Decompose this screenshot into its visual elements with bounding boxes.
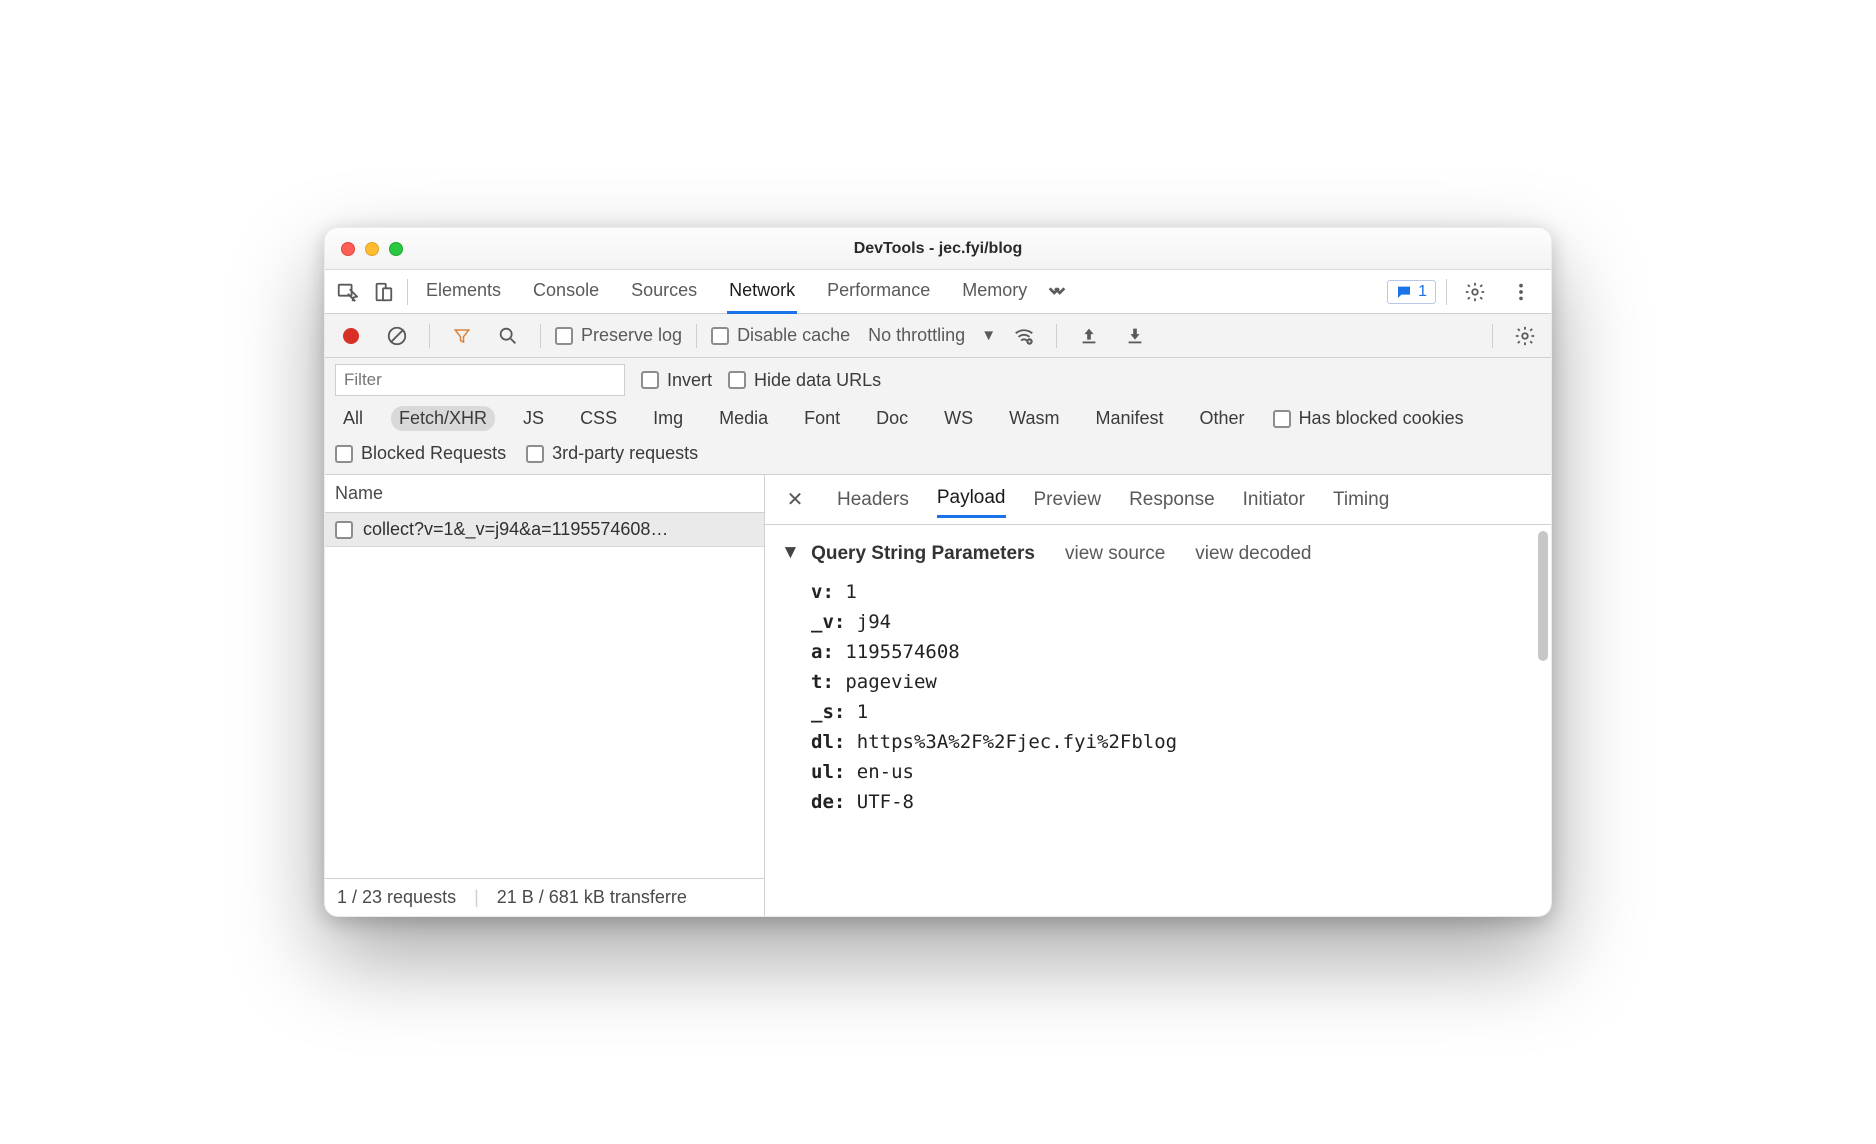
divider xyxy=(696,324,697,348)
divider xyxy=(1492,324,1493,348)
type-doc[interactable]: Doc xyxy=(868,406,916,431)
query-params-list: v: 1_v: j94a: 1195574608t: pageview_s: 1… xyxy=(781,577,1535,817)
more-tabs-chevron-icon[interactable] xyxy=(1039,274,1075,310)
has-blocked-cookies-checkbox[interactable]: Has blocked cookies xyxy=(1273,408,1464,429)
type-js[interactable]: JS xyxy=(515,406,552,431)
query-param-row: a: 1195574608 xyxy=(781,637,1535,667)
query-param-row: v: 1 xyxy=(781,577,1535,607)
detail-tab-payload[interactable]: Payload xyxy=(937,481,1006,518)
query-param-row: dl: https%3A%2F%2Fjec.fyi%2Fblog xyxy=(781,727,1535,757)
detail-tab-headers[interactable]: Headers xyxy=(837,483,909,517)
query-param-row: t: pageview xyxy=(781,667,1535,697)
divider xyxy=(540,324,541,348)
disable-cache-checkbox[interactable]: Disable cache xyxy=(711,325,850,346)
tab-sources[interactable]: Sources xyxy=(629,270,699,314)
device-toolbar-icon[interactable] xyxy=(365,274,401,310)
third-party-checkbox[interactable]: 3rd-party requests xyxy=(526,443,698,464)
request-checkbox[interactable] xyxy=(335,521,353,539)
search-icon[interactable] xyxy=(490,318,526,354)
settings-gear-icon[interactable] xyxy=(1457,274,1493,310)
record-button[interactable] xyxy=(333,318,369,354)
divider xyxy=(1446,279,1447,305)
filter-icon[interactable] xyxy=(444,318,480,354)
tab-memory[interactable]: Memory xyxy=(960,270,1029,314)
query-string-section-title: Query String Parameters xyxy=(811,543,1035,564)
view-source-link[interactable]: view source xyxy=(1065,543,1165,565)
inspect-element-icon[interactable] xyxy=(329,274,365,310)
query-param-row: _s: 1 xyxy=(781,697,1535,727)
detail-panel: ✕ Headers Payload Preview Response Initi… xyxy=(765,475,1551,916)
name-column-header[interactable]: Name xyxy=(325,475,764,513)
request-row[interactable]: collect?v=1&_v=j94&a=1195574608… xyxy=(325,513,764,547)
type-media[interactable]: Media xyxy=(711,406,776,431)
query-param-row: de: UTF-8 xyxy=(781,787,1535,817)
requests-panel: Name collect?v=1&_v=j94&a=1195574608… 1 … xyxy=(325,475,765,916)
detail-tab-preview[interactable]: Preview xyxy=(1034,483,1102,517)
detail-tab-timing[interactable]: Timing xyxy=(1333,483,1389,517)
window-title: DevTools - jec.fyi/blog xyxy=(325,240,1551,258)
filter-bar: Invert Hide data URLs xyxy=(325,358,1551,400)
requests-count: 1 / 23 requests xyxy=(337,887,456,908)
type-img[interactable]: Img xyxy=(645,406,691,431)
status-bar: 1 / 23 requests | 21 B / 681 kB transfer… xyxy=(325,878,764,916)
third-party-label: 3rd-party requests xyxy=(552,443,698,464)
issues-count: 1 xyxy=(1418,283,1427,301)
collapse-icon[interactable]: ▼ xyxy=(781,542,800,564)
hide-data-urls-checkbox[interactable]: Hide data URLs xyxy=(728,370,881,391)
tab-performance[interactable]: Performance xyxy=(825,270,932,314)
type-css[interactable]: CSS xyxy=(572,406,625,431)
tab-network[interactable]: Network xyxy=(727,270,797,314)
detail-tab-response[interactable]: Response xyxy=(1129,483,1215,517)
detail-tab-initiator[interactable]: Initiator xyxy=(1243,483,1305,517)
devtools-window: DevTools - jec.fyi/blog Elements Console… xyxy=(324,227,1552,917)
divider xyxy=(1056,324,1057,348)
request-name: collect?v=1&_v=j94&a=1195574608… xyxy=(363,519,668,540)
download-har-icon[interactable] xyxy=(1117,318,1153,354)
type-all[interactable]: All xyxy=(335,406,371,431)
upload-har-icon[interactable] xyxy=(1071,318,1107,354)
disable-cache-label: Disable cache xyxy=(737,325,850,346)
type-manifest[interactable]: Manifest xyxy=(1088,406,1172,431)
invert-checkbox[interactable]: Invert xyxy=(641,370,712,391)
clear-button[interactable] xyxy=(379,318,415,354)
view-decoded-link[interactable]: view decoded xyxy=(1195,543,1311,565)
resource-type-filter-row2: Blocked Requests 3rd-party requests xyxy=(325,437,1551,475)
throttling-select[interactable]: No throttling xyxy=(868,325,965,346)
tab-console[interactable]: Console xyxy=(531,270,601,314)
detail-tabstrip: ✕ Headers Payload Preview Response Initi… xyxy=(765,475,1551,525)
content-split: Name collect?v=1&_v=j94&a=1195574608… 1 … xyxy=(325,475,1551,916)
titlebar: DevTools - jec.fyi/blog xyxy=(325,228,1551,270)
preserve-log-label: Preserve log xyxy=(581,325,682,346)
scrollbar-thumb[interactable] xyxy=(1538,531,1548,661)
blocked-requests-checkbox[interactable]: Blocked Requests xyxy=(335,443,506,464)
type-font[interactable]: Font xyxy=(796,406,848,431)
filter-input[interactable] xyxy=(335,364,625,396)
payload-body: ▼ Query String Parameters view source vi… xyxy=(765,525,1551,916)
transferred-size: 21 B / 681 kB transferre xyxy=(497,887,687,908)
close-detail-icon[interactable]: ✕ xyxy=(781,487,809,512)
throttling-chevron-icon[interactable]: ▼ xyxy=(981,327,996,344)
type-fetch[interactable]: Fetch/XHR xyxy=(391,406,495,431)
type-other[interactable]: Other xyxy=(1192,406,1253,431)
has-blocked-cookies-label: Has blocked cookies xyxy=(1299,408,1464,429)
type-ws[interactable]: WS xyxy=(936,406,981,431)
issues-badge[interactable]: 1 xyxy=(1387,280,1436,304)
invert-label: Invert xyxy=(667,370,712,391)
divider xyxy=(407,279,408,305)
kebab-menu-icon[interactable] xyxy=(1503,274,1539,310)
query-param-row: _v: j94 xyxy=(781,607,1535,637)
preserve-log-checkbox[interactable]: Preserve log xyxy=(555,325,682,346)
type-wasm[interactable]: Wasm xyxy=(1001,406,1067,431)
network-conditions-icon[interactable] xyxy=(1006,318,1042,354)
tab-elements[interactable]: Elements xyxy=(424,270,503,314)
resource-type-filter: All Fetch/XHR JS CSS Img Media Font Doc … xyxy=(325,400,1551,437)
hide-data-urls-label: Hide data URLs xyxy=(754,370,881,391)
network-settings-gear-icon[interactable] xyxy=(1507,318,1543,354)
blocked-requests-label: Blocked Requests xyxy=(361,443,506,464)
devtools-tabstrip: Elements Console Sources Network Perform… xyxy=(325,270,1551,314)
divider xyxy=(429,324,430,348)
query-param-row: ul: en-us xyxy=(781,757,1535,787)
network-toolbar: Preserve log Disable cache No throttling… xyxy=(325,314,1551,358)
